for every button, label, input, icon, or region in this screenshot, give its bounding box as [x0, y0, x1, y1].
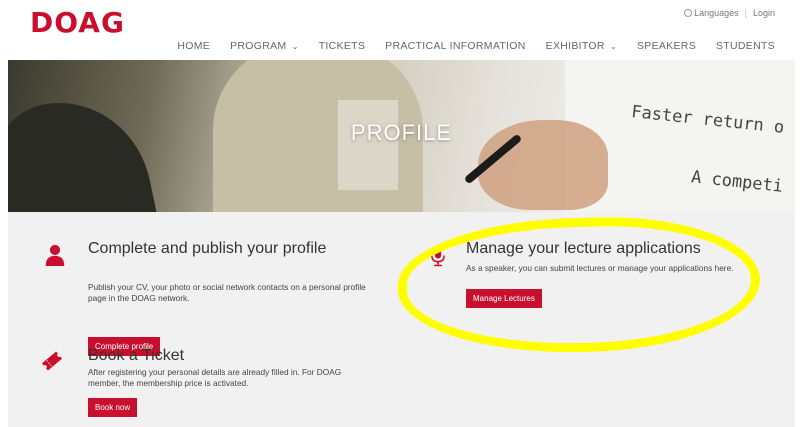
nav-label: PROGRAM [230, 40, 287, 52]
chevron-down-icon: ⌄ [609, 42, 617, 51]
ticket-card-text: After registering your personal details … [88, 367, 342, 388]
nav-item-tickets[interactable]: TICKETS [319, 40, 365, 52]
nav-item-students[interactable]: STUDENTS [716, 40, 775, 52]
profile-actions-section: Complete and publish your profile Publis… [8, 212, 795, 427]
login-link[interactable]: Login [753, 8, 775, 18]
divider: | [744, 8, 747, 18]
site-header: DOAG Languages | Login HOME PROGRAM ⌄ TI… [0, 0, 803, 60]
nav-label: STUDENTS [716, 40, 775, 52]
ticket-icon [41, 351, 63, 371]
languages-label: Languages [694, 8, 739, 18]
lectures-card-text: As a speaker, you can submit lectures or… [466, 263, 734, 273]
profile-card-title: Complete and publish your profile [88, 240, 327, 257]
utility-links: Languages | Login [684, 8, 775, 18]
nav-item-exhibitor[interactable]: EXHIBITOR ⌄ [546, 40, 617, 52]
globe-icon [684, 9, 693, 17]
nav-label: EXHIBITOR [545, 40, 605, 52]
main-nav: HOME PROGRAM ⌄ TICKETS PRACTICAL INFORMA… [177, 40, 775, 52]
book-now-button[interactable]: Book now [88, 398, 138, 417]
ticket-card-title: Book a Ticket [88, 347, 185, 364]
nav-item-home[interactable]: HOME [177, 40, 210, 52]
hero-photo-person-left [8, 86, 163, 212]
chevron-down-icon: ⌄ [291, 42, 299, 51]
nav-label: HOME [177, 40, 211, 52]
nav-item-program[interactable]: PROGRAM ⌄ [230, 40, 299, 52]
nav-item-practical-information[interactable]: PRACTICAL INFORMATION [385, 40, 525, 52]
nav-label: SPEAKERS [636, 40, 696, 52]
user-icon [45, 244, 65, 266]
nav-label: PRACTICAL INFORMATION [385, 40, 526, 52]
lectures-card-title: Manage your lecture applications [466, 240, 701, 257]
manage-lectures-button[interactable]: Manage Lectures [466, 289, 542, 308]
profile-card-text: Publish your CV, your photo or social ne… [88, 282, 366, 303]
nav-item-speakers[interactable]: SPEAKERS [637, 40, 696, 52]
nav-label: TICKETS [318, 40, 366, 52]
doag-logo[interactable]: DOAG [30, 6, 125, 39]
page-title: PROFILE [350, 120, 453, 145]
microphone-icon [431, 248, 445, 267]
languages-link[interactable]: Languages [684, 8, 739, 18]
hero-banner: Faster return o A competi PROFILE [8, 60, 795, 212]
